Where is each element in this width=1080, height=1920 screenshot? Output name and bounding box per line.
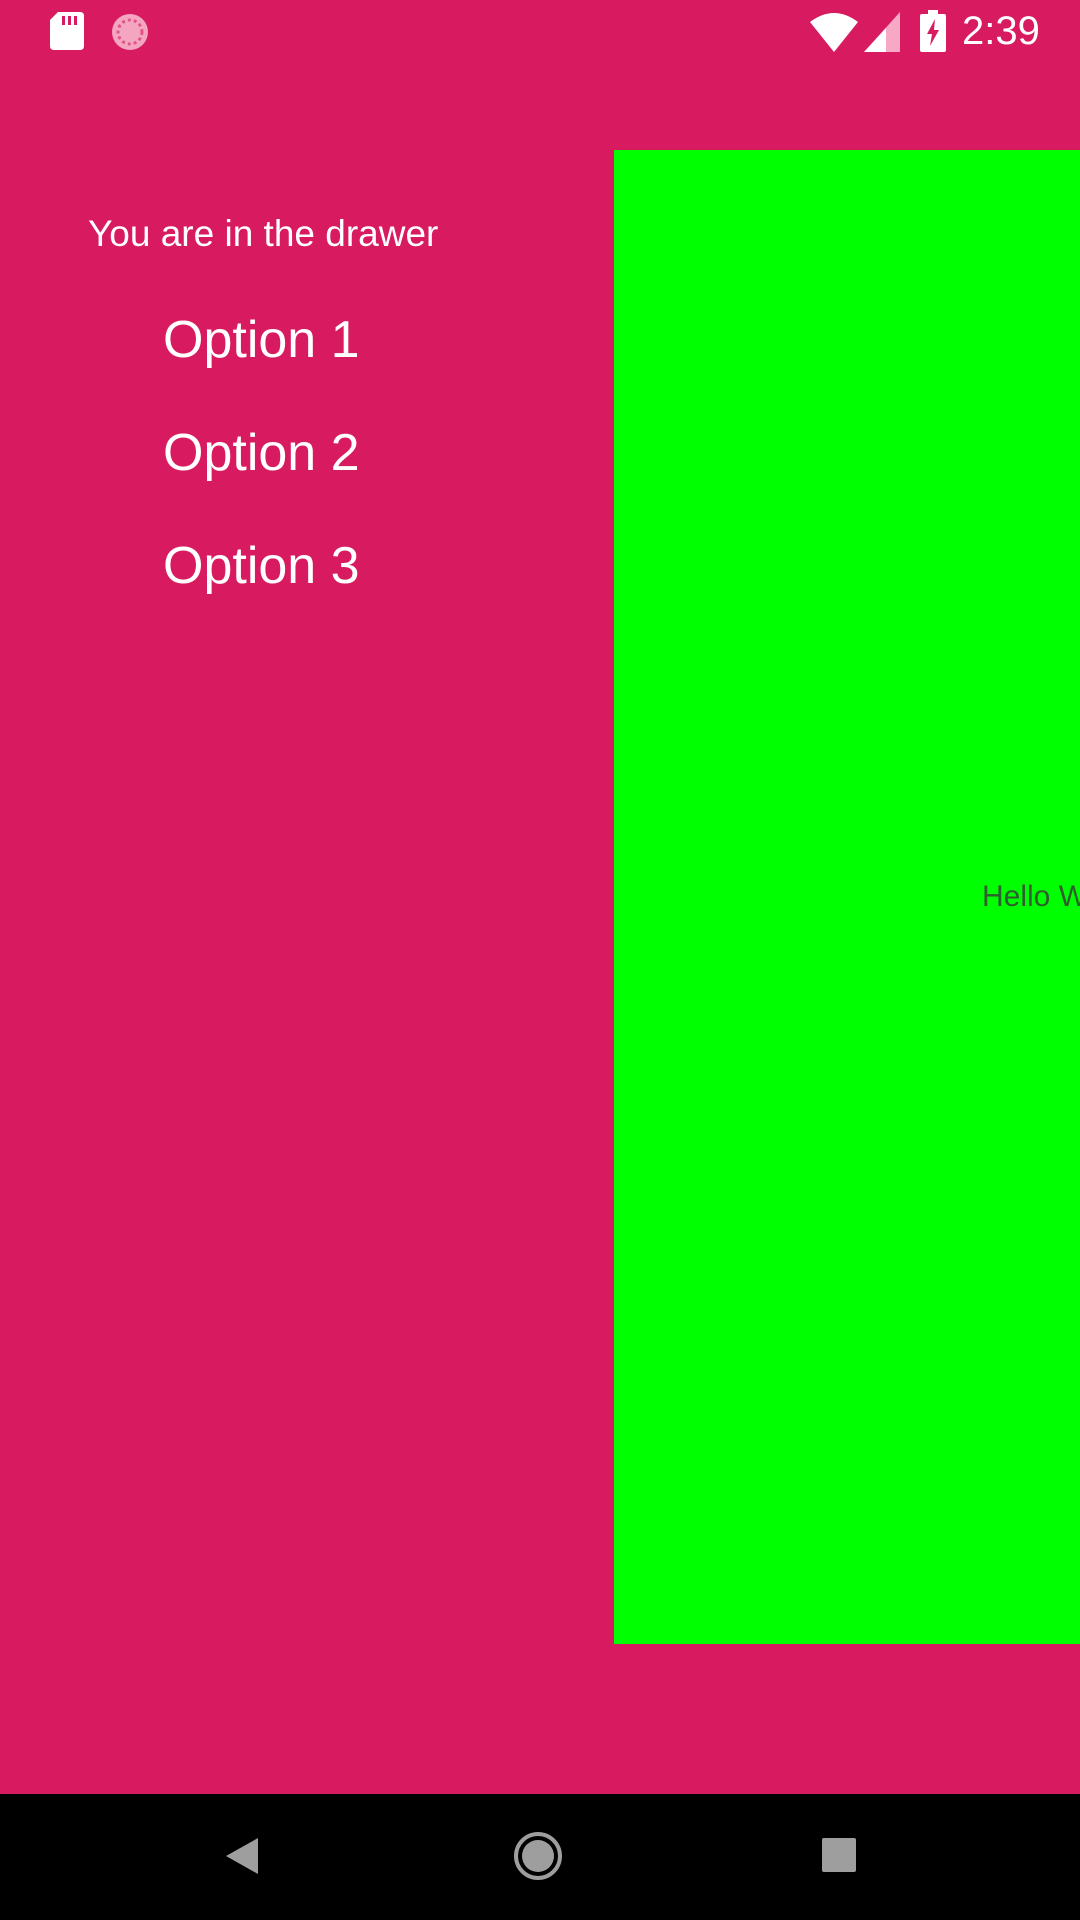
wifi-icon bbox=[810, 13, 858, 52]
main-content-panel: Hello World! bbox=[614, 150, 1080, 1644]
status-bar: 2:39 bbox=[0, 0, 1080, 63]
sd-card-icon bbox=[50, 12, 84, 50]
battery-charging-icon bbox=[920, 10, 946, 52]
hello-world-text: Hello World! bbox=[982, 880, 1080, 913]
drawer-option-3[interactable]: Option 3 bbox=[163, 536, 360, 596]
back-icon[interactable] bbox=[218, 1828, 274, 1884]
home-icon[interactable] bbox=[510, 1828, 566, 1884]
recents-icon[interactable] bbox=[812, 1828, 868, 1884]
navigation-drawer: You are in the drawer Option 1 Option 2 … bbox=[0, 63, 614, 1794]
sync-icon bbox=[112, 14, 148, 50]
signal-icon bbox=[864, 12, 900, 52]
drawer-option-2[interactable]: Option 2 bbox=[163, 423, 360, 483]
navigation-bar bbox=[0, 1794, 1080, 1920]
status-clock: 2:39 bbox=[962, 9, 1040, 53]
drawer-option-1[interactable]: Option 1 bbox=[163, 310, 360, 370]
drawer-header: You are in the drawer bbox=[88, 213, 439, 254]
